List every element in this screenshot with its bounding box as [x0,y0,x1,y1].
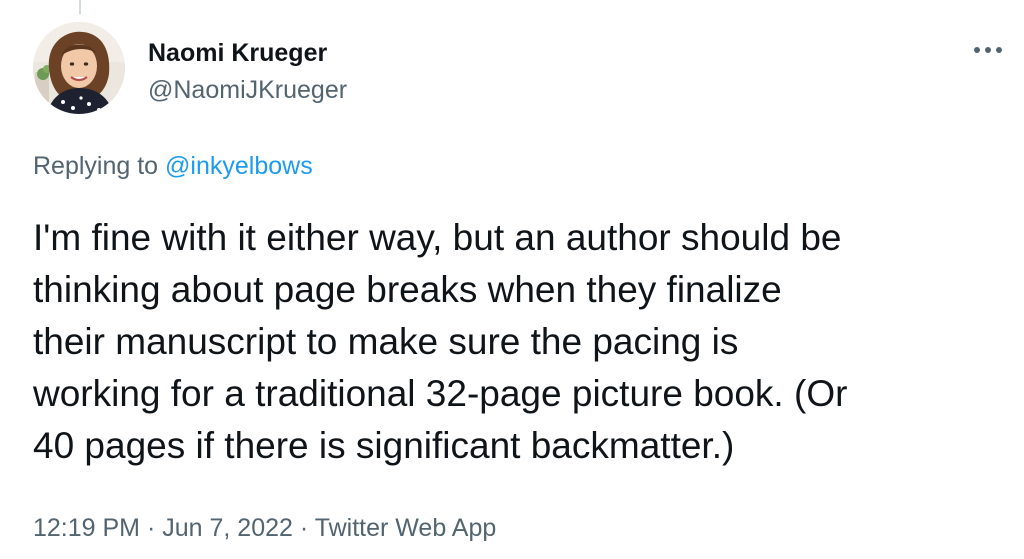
tweet-metadata: 12:19 PM · Jun 7, 2022 · Twitter Web App [33,512,496,544]
meta-separator: · [146,514,156,542]
thread-connector-line [79,0,81,14]
avatar[interactable] [33,22,125,114]
reply-mention-link[interactable]: @inkyelbows [165,152,313,180]
tweet-text-line: their manuscript to make sure the pacing… [33,321,739,362]
author-name[interactable]: Naomi Krueger [148,38,327,68]
tweet-text-line: thinking about page breaks when they fin… [33,269,782,310]
tweet-source: Twitter Web App [314,514,497,542]
author-handle[interactable]: @NaomiJKrueger [148,75,347,105]
tweet-text-line: working for a traditional 32-page pictur… [33,373,848,414]
replying-to-label: Replying to [33,152,159,180]
more-dots-icon [974,47,1002,53]
tweet-text-line: 40 pages if there is significant backmat… [33,425,735,466]
meta-separator: · [299,514,309,542]
profile-photo-image [33,22,125,114]
more-options-button[interactable] [968,36,1008,64]
tweet-time-link[interactable]: 12:19 PM [33,514,140,542]
tweet-text: I'm fine with it either way, but an auth… [33,212,1008,472]
tweet-date-link[interactable]: Jun 7, 2022 [162,514,293,542]
tweet-text-line: I'm fine with it either way, but an auth… [33,217,842,258]
replying-to-line: Replying to @inkyelbows [33,150,313,182]
